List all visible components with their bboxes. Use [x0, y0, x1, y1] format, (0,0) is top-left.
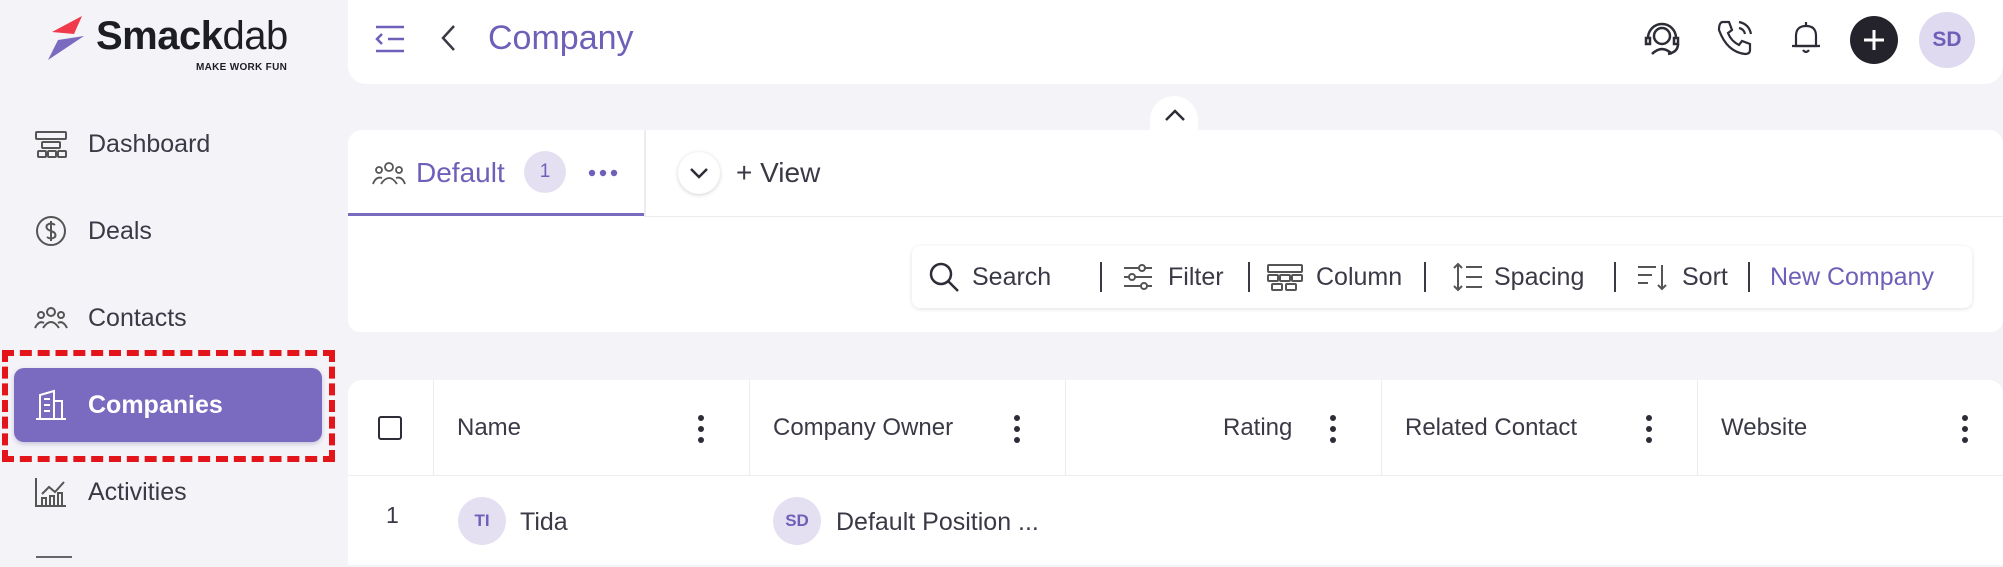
- column-header-related-contact[interactable]: Related Contact: [1405, 380, 1577, 475]
- user-avatar[interactable]: SD: [1919, 12, 1975, 68]
- toolbar-divider: [1614, 262, 1616, 292]
- column-header-name[interactable]: Name: [457, 380, 521, 475]
- toolbar-divider: [1748, 262, 1750, 292]
- chevron-down-icon: [690, 168, 708, 179]
- column-menu-icon[interactable]: [697, 414, 705, 444]
- line-spacing-icon: [1453, 262, 1482, 292]
- row-index: 1: [386, 502, 399, 528]
- table-toolbar: Search Filter Column Spacing Sort New Co…: [912, 246, 1972, 308]
- sidebar-item-label: Dashboard: [88, 130, 211, 158]
- column-menu-icon[interactable]: [1645, 414, 1653, 444]
- toolbar-divider: [1100, 262, 1102, 292]
- sidebar-item-contacts[interactable]: Contacts: [14, 281, 322, 355]
- smackdab-logo[interactable]: Smackdab MAKE WORK FUN: [44, 10, 304, 73]
- views-panel: Default 1 + View Search Filter Column Sp…: [348, 130, 2003, 332]
- sidebar-item-deals[interactable]: Deals: [14, 194, 322, 268]
- sidebar: Smackdab MAKE WORK FUN Dashboard Deals C…: [0, 0, 348, 565]
- filter-sliders-icon: [1124, 264, 1152, 290]
- quick-add-button[interactable]: [1850, 16, 1898, 64]
- logo-wordmark: Smackdab: [96, 14, 288, 58]
- sidebar-item-label: Activities: [88, 478, 187, 506]
- search-label: Search: [972, 263, 1052, 291]
- group-icon: [372, 162, 406, 185]
- sidebar-item-companies[interactable]: Companies: [14, 368, 322, 442]
- toolbar-divider: [1248, 262, 1250, 292]
- view-tabs-divider: [644, 130, 646, 216]
- column-label: Column: [1316, 263, 1403, 291]
- logo-mark-icon: [48, 16, 84, 60]
- column-divider: [1381, 380, 1382, 475]
- dashboard-icon: [35, 131, 67, 158]
- plus-icon: [1864, 30, 1884, 50]
- column-header-rating[interactable]: Rating: [1223, 380, 1292, 475]
- view-tab-default[interactable]: Default 1: [348, 130, 644, 216]
- logo-tagline: MAKE WORK FUN: [196, 62, 288, 73]
- sidebar-item-dashboard[interactable]: Dashboard: [14, 107, 322, 181]
- spacing-button[interactable]: Spacing: [1452, 246, 1602, 308]
- column-icon: [1267, 264, 1303, 291]
- toolbar-divider: [1424, 262, 1426, 292]
- phone-icon[interactable]: [1713, 16, 1757, 60]
- activities-icon: [35, 478, 66, 507]
- company-name[interactable]: Tida: [520, 508, 568, 537]
- sort-button[interactable]: Sort: [1636, 246, 1736, 308]
- view-tabs-baseline: [644, 216, 2003, 217]
- sort-label: Sort: [1682, 263, 1728, 291]
- column-divider: [749, 380, 750, 475]
- sidebar-item-label: Companies: [88, 391, 223, 419]
- top-bar: Company SD: [348, 0, 2003, 84]
- column-header-website[interactable]: Website: [1721, 380, 1807, 475]
- sort-icon: [1638, 265, 1667, 291]
- search-button[interactable]: Search: [928, 246, 1098, 308]
- search-icon: [929, 262, 959, 292]
- filter-button[interactable]: Filter: [1122, 246, 1232, 308]
- add-view-button[interactable]: + View: [736, 130, 820, 216]
- column-menu-icon[interactable]: [1013, 414, 1021, 444]
- owner-avatar: SD: [773, 497, 821, 545]
- back-icon[interactable]: [438, 22, 458, 54]
- dollar-icon: [36, 216, 66, 246]
- view-count-badge: 1: [524, 151, 566, 193]
- building-icon: [36, 389, 66, 420]
- page-title: Company: [488, 19, 634, 57]
- column-menu-icon[interactable]: [1329, 414, 1337, 444]
- sidebar-item-activities[interactable]: Activities: [14, 455, 322, 529]
- select-all-checkbox[interactable]: [378, 416, 402, 440]
- chevron-up-icon: [1165, 109, 1185, 121]
- column-divider: [433, 380, 434, 475]
- spacing-label: Spacing: [1494, 263, 1585, 291]
- support-icon[interactable]: [1640, 16, 1684, 60]
- column-button[interactable]: Column: [1267, 246, 1408, 308]
- column-divider: [1065, 380, 1066, 475]
- column-divider: [1697, 380, 1698, 475]
- sidebar-item-partial: [36, 556, 72, 567]
- new-company-button[interactable]: New Company: [1770, 246, 1934, 308]
- menu-collapse-icon[interactable]: [374, 24, 406, 54]
- company-avatar: TI: [458, 497, 506, 545]
- sidebar-item-label: Deals: [88, 217, 152, 245]
- sidebar-item-label: Contacts: [88, 304, 187, 332]
- views-dropdown-button[interactable]: [678, 152, 720, 194]
- table-header: Name Company Owner Rating Related Contac…: [348, 380, 2003, 476]
- column-header-company-owner[interactable]: Company Owner: [773, 380, 953, 475]
- column-menu-icon[interactable]: [1961, 414, 1969, 444]
- companies-table: Name Company Owner Rating Related Contac…: [348, 380, 2003, 565]
- contacts-icon: [34, 307, 68, 329]
- company-owner: Default Position ...: [836, 508, 1039, 536]
- bell-icon[interactable]: [1784, 16, 1828, 60]
- more-horizontal-icon[interactable]: [588, 168, 618, 178]
- view-tab-label: Default: [416, 157, 505, 188]
- filter-label: Filter: [1168, 263, 1224, 291]
